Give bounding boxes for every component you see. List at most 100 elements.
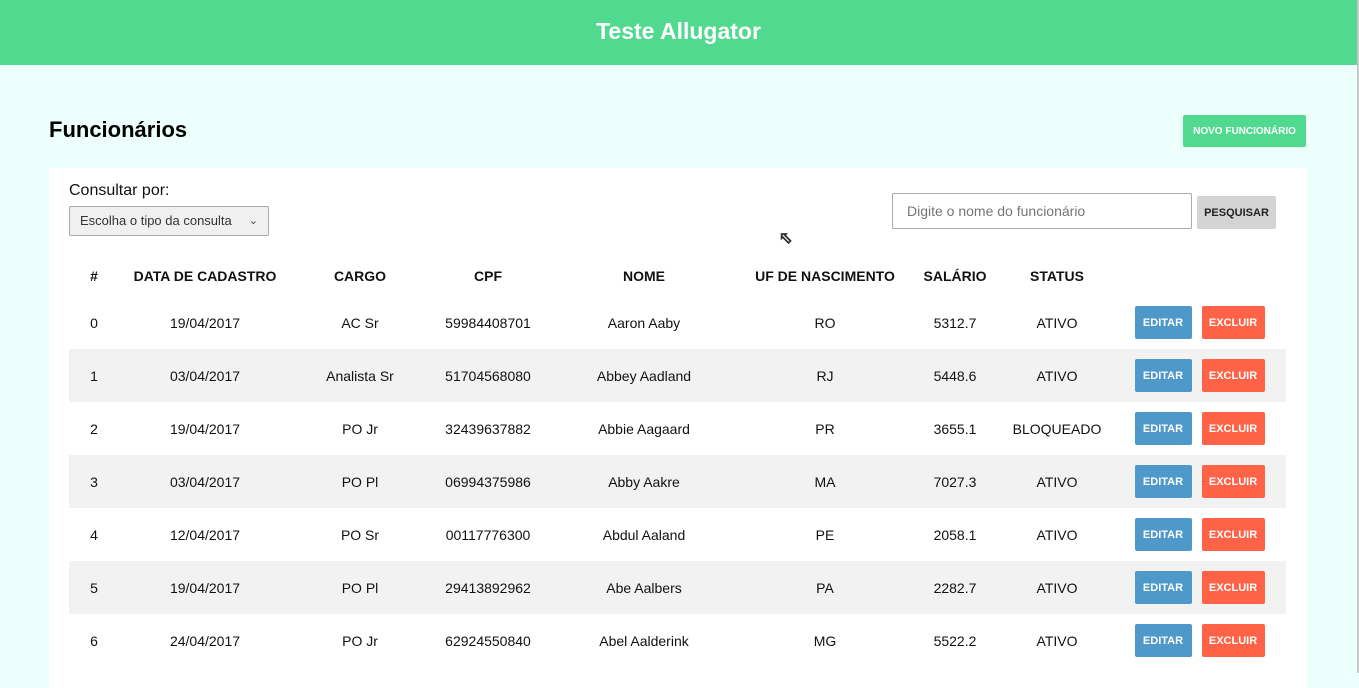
table-row: 1 03/04/2017 Analista Sr 51704568080 Abbey A…	[69, 349, 1286, 402]
row-uf: MG	[813, 632, 837, 649]
row-cpf: 62924550840	[445, 632, 531, 649]
row-status: ATIVO	[1036, 632, 1078, 649]
row-status: ATIVO	[1001, 455, 1113, 508]
delete-button[interactable]: EXCLUIR	[1201, 571, 1265, 604]
row-actions: EDITAR EXCLUIR	[1113, 561, 1286, 614]
row-salary: 5312.7	[933, 314, 977, 331]
row-date: 19/04/2017	[119, 561, 291, 614]
query-type-label: Consultar por:	[69, 182, 170, 199]
delete-button[interactable]: EXCLUIR	[1201, 624, 1265, 657]
mouse-cursor-icon: ⬁	[778, 230, 793, 248]
row-actions: EDITAR EXCLUIR	[1113, 508, 1286, 561]
row-uf: PA	[741, 561, 909, 614]
row-uf: PR	[815, 420, 835, 437]
row-salary: 2282.7	[909, 561, 1001, 614]
row-role: PO Jr	[342, 420, 378, 437]
table-row: 2 19/04/2017 PO Jr 32439637882 Abbie Aagaard…	[69, 402, 1286, 455]
row-role: PO Sr	[340, 526, 380, 543]
search-button[interactable]: PESQUISAR	[1197, 196, 1276, 229]
edit-button[interactable]: EDITAR	[1134, 624, 1192, 657]
row-name: Abdul Aaland	[602, 526, 686, 543]
table-header: # DATA DE CADASTRO CARGO CPF NOME UF DE NASCI…	[69, 255, 1286, 296]
row-salary: 2058.1	[933, 526, 977, 543]
row-name: Abe Aalbers	[547, 561, 741, 614]
row-role: PO Pl	[291, 561, 429, 614]
row-date: 19/04/2017	[169, 420, 241, 437]
row-index: 2	[90, 420, 98, 437]
row-cpf: 06994375986	[429, 455, 547, 508]
row-actions: EDITAR EXCLUIR	[1113, 402, 1286, 455]
edit-button[interactable]: EDITAR	[1134, 359, 1192, 392]
column-header: CPF	[474, 267, 502, 284]
row-actions: EDITAR EXCLUIR	[1113, 455, 1286, 508]
row-uf: PE	[815, 526, 835, 543]
delete-button[interactable]: EXCLUIR	[1201, 412, 1265, 445]
edit-button[interactable]: EDITAR	[1134, 465, 1192, 498]
row-index: 0	[90, 314, 98, 331]
new-employee-button[interactable]: NOVO FUNCIONÁRIO	[1183, 115, 1306, 147]
column-header: UF DE NASCIMENTO	[755, 267, 895, 284]
row-status: BLOQUEADO	[1012, 420, 1102, 437]
row-salary: 5448.6	[909, 349, 1001, 402]
delete-button[interactable]: EXCLUIR	[1201, 465, 1265, 498]
row-salary: 5522.2	[933, 632, 977, 649]
row-index: 5	[69, 561, 119, 614]
edit-button[interactable]: EDITAR	[1134, 412, 1192, 445]
row-date: 03/04/2017	[119, 455, 291, 508]
row-name: Abbie Aagaard	[598, 420, 690, 437]
row-role: PO Pl	[291, 455, 429, 508]
search-input[interactable]	[892, 193, 1192, 229]
table-row: 0 19/04/2017 AC Sr 59984408701 Aaron Aaby RO 5…	[69, 296, 1286, 349]
row-uf: RJ	[741, 349, 909, 402]
table-row: 5 19/04/2017 PO Pl 29413892962 Abe Aalbers PA…	[69, 561, 1286, 614]
row-actions: EDITAR EXCLUIR	[1113, 614, 1286, 667]
row-date: 03/04/2017	[119, 349, 291, 402]
column-header: SALÁRIO	[923, 267, 987, 284]
table-row: 6 24/04/2017 PO Jr 62924550840 Abel Aalderin…	[69, 614, 1286, 667]
row-cpf: 51704568080	[429, 349, 547, 402]
row-date: 12/04/2017	[169, 526, 241, 543]
row-name: Abel Aalderink	[599, 632, 689, 649]
query-type-value: Escolha o tipo da consulta	[80, 213, 232, 228]
column-header: STATUS	[1030, 267, 1084, 284]
column-header: NOME	[623, 267, 665, 284]
chevron-down-icon: ⌄	[248, 215, 258, 227]
table-row: 3 03/04/2017 PO Pl 06994375986 Abby Aakre MA 7…	[69, 455, 1286, 508]
delete-button[interactable]: EXCLUIR	[1201, 306, 1265, 339]
row-status: ATIVO	[1001, 561, 1113, 614]
row-cpf: 29413892962	[429, 561, 547, 614]
row-uf: MA	[741, 455, 909, 508]
app-title: Teste Allugator	[596, 18, 761, 44]
delete-button[interactable]: EXCLUIR	[1201, 359, 1265, 392]
row-uf: RO	[814, 314, 836, 331]
delete-button[interactable]: EXCLUIR	[1201, 518, 1265, 551]
app-header: Teste Allugator	[0, 0, 1357, 65]
row-actions: EDITAR EXCLUIR	[1113, 349, 1286, 402]
row-index: 4	[90, 526, 98, 543]
row-cpf: 32439637882	[445, 420, 531, 437]
row-name: Abby Aakre	[547, 455, 741, 508]
column-header: #	[90, 267, 98, 284]
row-role: Analista Sr	[291, 349, 429, 402]
row-salary: 7027.3	[909, 455, 1001, 508]
edit-button[interactable]: EDITAR	[1134, 306, 1192, 339]
row-actions: EDITAR EXCLUIR	[1113, 296, 1286, 349]
edit-button[interactable]: EDITAR	[1134, 518, 1192, 551]
edit-button[interactable]: EDITAR	[1134, 571, 1192, 604]
employees-table: # DATA DE CADASTRO CARGO CPF NOME UF DE NASCI…	[69, 255, 1286, 667]
row-cpf: 00117776300	[445, 526, 531, 543]
row-status: ATIVO	[1036, 314, 1078, 331]
row-index: 3	[69, 455, 119, 508]
query-type-select[interactable]: Escolha o tipo da consulta ⌄	[69, 206, 269, 236]
row-name: Aaron Aaby	[607, 314, 681, 331]
row-status: ATIVO	[1001, 349, 1113, 402]
row-date: 24/04/2017	[169, 632, 241, 649]
row-role: PO Jr	[342, 632, 378, 649]
column-header: DATA DE CADASTRO	[133, 267, 277, 284]
row-status: ATIVO	[1036, 526, 1078, 543]
row-role: AC Sr	[341, 314, 379, 331]
table-row: 4 12/04/2017 PO Sr 00117776300 Abdul Aaland P…	[69, 508, 1286, 561]
row-salary: 3655.1	[933, 420, 977, 437]
row-index: 1	[69, 349, 119, 402]
row-cpf: 59984408701	[445, 314, 531, 331]
